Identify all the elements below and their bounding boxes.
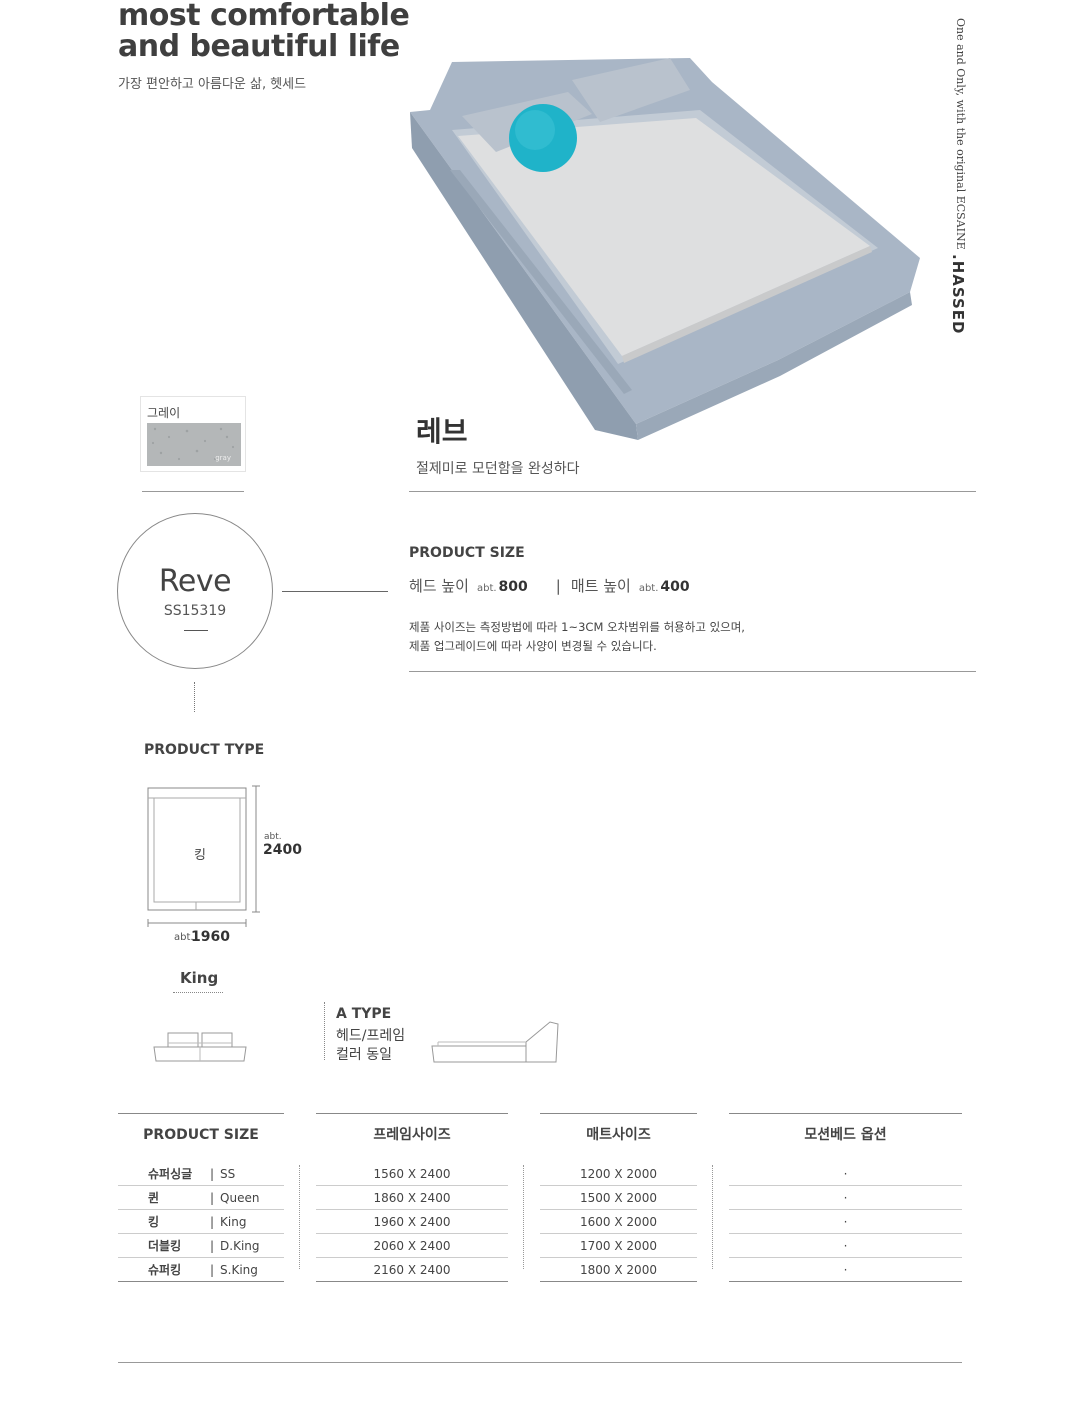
brand-logo: .HASSED (949, 254, 967, 335)
table-cell: 1200 X 2000 (540, 1162, 697, 1186)
divider (409, 671, 976, 672)
size-name-ko: 퀸 (148, 1191, 160, 1205)
size-name-ko: 슈퍼싱글 (148, 1167, 193, 1181)
size-note-line1: 제품 사이즈는 측정방법에 따라 1~3CM 오차범위를 허용하고 있으며, (409, 620, 745, 634)
table-cell: · (729, 1162, 962, 1186)
product-type-title: PRODUCT TYPE (144, 742, 265, 758)
king-plan-diagram: 킹 abt. 2400 abt. 1960 (140, 780, 310, 960)
table-row: 슈퍼싱글 SS (118, 1162, 284, 1186)
size-name-ko: 더블킹 (148, 1239, 182, 1253)
product-badge: Reve SS15319 (117, 513, 273, 669)
divider (142, 491, 244, 492)
head-height-label: 헤드 높이 (409, 577, 469, 595)
table-header: 매트사이즈 (586, 1127, 651, 1143)
a-type-line2: 컬러 동일 (336, 1047, 392, 1063)
dotted-divider (324, 1002, 325, 1060)
swatch-caption: gray (215, 454, 231, 462)
product-tagline: 절제미로 모던함을 완성하다 (416, 461, 580, 477)
product-code: SS15319 (163, 603, 227, 619)
brand-tagline: One and Only, with the original ECSAINE (954, 18, 967, 250)
abt-label: abt. (638, 583, 659, 594)
table-cell: 1960 X 2400 (316, 1210, 508, 1234)
color-swatch-card[interactable]: 그레이 gray (140, 396, 246, 472)
size-name-ko: 슈퍼킹 (148, 1263, 182, 1277)
dotted-divider (299, 1165, 300, 1269)
width-value: 1960 (191, 929, 230, 945)
size-name-en: King (210, 1210, 246, 1234)
table-row: 더블킹 D.King (118, 1234, 284, 1258)
divider (184, 630, 208, 631)
length-value: 2400 (263, 842, 302, 858)
table-header: 모션베드 옵션 (804, 1127, 887, 1143)
hero-title: most comfortable and beautiful life (118, 0, 410, 64)
table-header: PRODUCT SIZE (143, 1127, 259, 1143)
table-column-mat-size: 매트사이즈 1200 X 2000 1500 X 2000 1600 X 200… (540, 1113, 697, 1282)
bed-image (410, 58, 920, 440)
size-name-en: Queen (210, 1186, 259, 1210)
type-name: King (180, 969, 219, 987)
plan-label: 킹 (194, 848, 206, 863)
divider (118, 1362, 962, 1363)
abt-label: abt. (264, 832, 282, 842)
table-row: 퀸 Queen (118, 1186, 284, 1210)
table-cell: · (729, 1258, 962, 1282)
table-cell: 1560 X 2400 (316, 1162, 508, 1186)
table-column-product-size: PRODUCT SIZE 슈퍼싱글 SS 퀸 Queen 킹 King 더블킹 D.Ki… (118, 1113, 284, 1282)
table-column-frame-size: 프레임사이즈 1560 X 2400 1860 X 2400 1960 X 24… (316, 1113, 508, 1282)
a-type-line1: 헤드/프레임 (336, 1028, 406, 1044)
table-cell: 2160 X 2400 (316, 1258, 508, 1282)
hero-title-line2: and beautiful life (118, 29, 400, 64)
table-cell: 1500 X 2000 (540, 1186, 697, 1210)
table-cell: 1800 X 2000 (540, 1258, 697, 1282)
hero-subtitle: 가장 편안하고 아름다운 삶, 헷세드 (118, 77, 307, 92)
size-note-line2: 제품 업그레이드에 따라 사양이 변경될 수 있습니다. (409, 639, 657, 653)
mat-height-label: 매트 높이 (570, 577, 631, 595)
king-front-view (153, 1032, 247, 1062)
table-header: 프레임사이즈 (373, 1127, 451, 1143)
color-swatch-label: 그레이 (147, 406, 181, 420)
table-row: 킹 King (118, 1210, 284, 1234)
size-note: 제품 사이즈는 측정방법에 따라 1~3CM 오차범위를 허용하고 있으며, 제… (409, 618, 745, 656)
product-name-ko: 레브 (416, 415, 468, 448)
table-cell: 2060 X 2400 (316, 1234, 508, 1258)
dotted-underline (173, 992, 223, 993)
a-type-description: 헤드/프레임 컬러 동일 (336, 1027, 405, 1065)
table-cell: 1700 X 2000 (540, 1234, 697, 1258)
mat-height-value: 400 (660, 579, 690, 595)
size-name-en: SS (210, 1162, 235, 1186)
vertical-brand: One and Only, with the original ECSAINE … (949, 18, 982, 335)
a-type-side-view (431, 1021, 559, 1063)
size-name-ko: 킹 (148, 1215, 160, 1229)
table-cell: 1860 X 2400 (316, 1186, 508, 1210)
table-cell: · (729, 1210, 962, 1234)
hero-title-line1: most comfortable (118, 0, 410, 33)
table-row: 슈퍼킹 S.King (118, 1258, 284, 1282)
head-height-value: 800 (498, 579, 528, 595)
a-type-title: A TYPE (336, 1006, 392, 1022)
dotted-divider (523, 1165, 524, 1269)
table-cell: · (729, 1186, 962, 1210)
size-name-en: S.King (210, 1258, 258, 1282)
divider (409, 491, 976, 492)
size-name-en: D.King (210, 1234, 259, 1258)
table-cell: 1600 X 2000 (540, 1210, 697, 1234)
table-cell: · (729, 1234, 962, 1258)
separator: | (555, 577, 561, 595)
dotted-divider (194, 682, 195, 712)
product-name-en: Reve (158, 564, 232, 599)
product-size-title: PRODUCT SIZE (409, 545, 525, 561)
table-column-motion-option: 모션베드 옵션 · · · · · (729, 1113, 962, 1282)
size-summary: 헤드 높이 abt. 800 | 매트 높이 abt. 400 (409, 575, 690, 596)
connector-line (282, 591, 388, 592)
abt-label: abt. (476, 583, 497, 594)
dotted-divider (712, 1165, 713, 1269)
